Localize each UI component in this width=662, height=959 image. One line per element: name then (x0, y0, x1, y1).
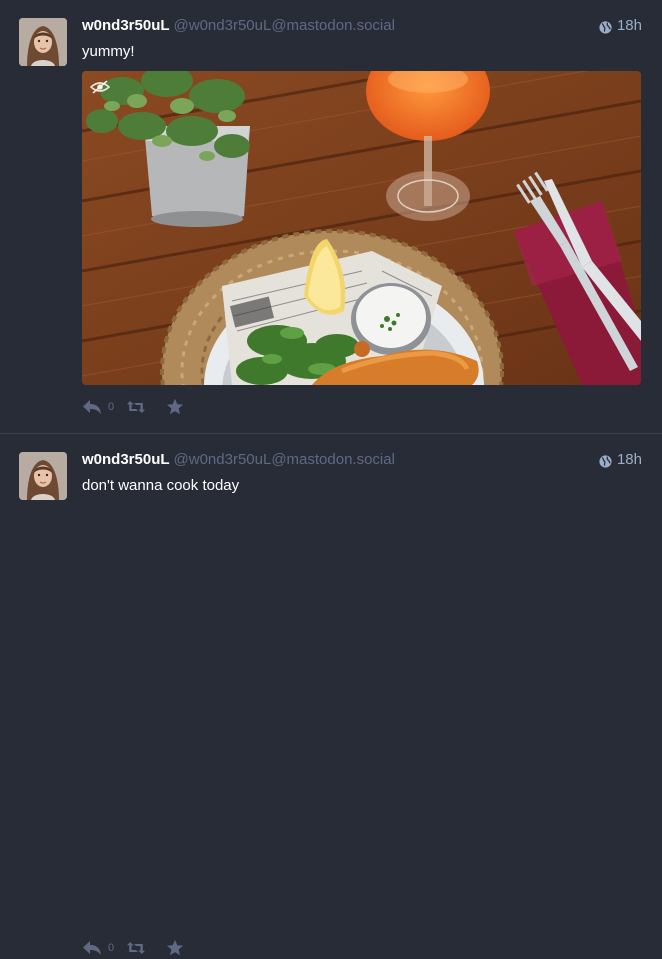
media-attachment[interactable] (82, 71, 641, 385)
reply-icon (83, 941, 101, 955)
globe-icon (599, 454, 612, 468)
favourite-button[interactable] (166, 398, 184, 416)
eye-icon[interactable] (90, 79, 110, 95)
status-time[interactable]: 18h (599, 16, 642, 36)
status-time[interactable]: 18h (599, 450, 642, 470)
reply-count: 0 (108, 401, 115, 413)
boost-button[interactable] (126, 940, 166, 956)
avatar[interactable] (19, 452, 67, 500)
account-handle[interactable]: @w0nd3r50uL@mastodon.social (174, 17, 395, 34)
status-actions: 0 (82, 396, 184, 418)
relative-time: 18h (616, 17, 642, 34)
star-icon (166, 398, 184, 415)
status-header: w0nd3r50uL @w0nd3r50uL@mastodon.social (82, 450, 642, 470)
status-card[interactable]: w0nd3r50uL @w0nd3r50uL@mastodon.social 18… (0, 0, 662, 434)
account-handle[interactable]: @w0nd3r50uL@mastodon.social (174, 451, 395, 468)
display-name[interactable]: w0nd3r50uL (82, 17, 170, 34)
avatar[interactable] (19, 18, 67, 66)
display-name[interactable]: w0nd3r50uL (82, 451, 170, 468)
reply-button[interactable]: 0 (82, 940, 126, 956)
boost-button[interactable] (126, 399, 166, 415)
boost-icon (127, 401, 145, 413)
status-card[interactable]: w0nd3r50uL @w0nd3r50uL@mastodon.social 18… (0, 434, 662, 956)
status-actions: 0 (82, 937, 184, 959)
favourite-button[interactable] (166, 939, 184, 957)
status-content: don't wanna cook today (82, 477, 240, 494)
status-content: yummy! (82, 43, 135, 60)
star-icon (166, 939, 184, 956)
reply-button[interactable]: 0 (82, 399, 126, 415)
status-header: w0nd3r50uL @w0nd3r50uL@mastodon.social (82, 16, 642, 36)
globe-icon (599, 20, 612, 34)
boost-icon (127, 942, 145, 954)
reply-icon (83, 400, 101, 414)
reply-count: 0 (108, 942, 115, 954)
relative-time: 18h (616, 451, 642, 468)
